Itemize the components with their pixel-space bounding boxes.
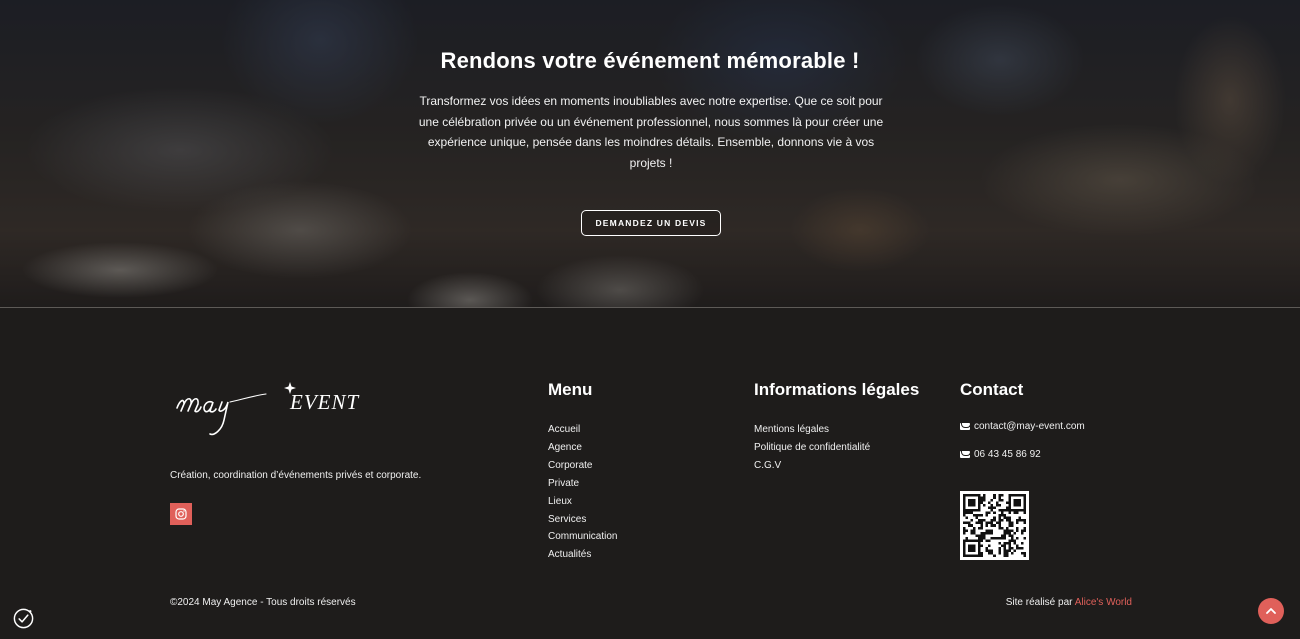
menu-link-private[interactable]: Private — [548, 475, 617, 493]
contact-email-text[interactable]: contact@may-event.com — [974, 421, 1085, 432]
menu-link-services[interactable]: Services — [548, 511, 617, 529]
menu-link-actualites[interactable]: Actualités — [548, 546, 617, 564]
envelope-icon — [960, 423, 971, 430]
site-credit: Site réalisé par Alice's World — [1006, 597, 1132, 608]
legal-link-mentions[interactable]: Mentions légales — [754, 421, 870, 439]
legal-heading: Informations légales — [754, 380, 920, 399]
qr-code — [960, 491, 1029, 560]
instagram-icon — [175, 508, 187, 520]
brand-tagline: Création, coordination d’événements priv… — [170, 470, 422, 481]
menu-link-lieux[interactable]: Lieux — [548, 493, 617, 511]
hero-description: Transformez vos idées en moments inoubli… — [418, 94, 884, 170]
credit-prefix: Site réalisé par — [1005, 597, 1075, 608]
menu-link-accueil[interactable]: Accueil — [548, 421, 617, 439]
cookie-consent-icon[interactable] — [12, 607, 35, 630]
contact-phone[interactable]: 06 43 45 86 92 — [960, 449, 1041, 460]
hero-title: Rendons votre événement mémorable ! — [440, 48, 860, 73]
contact-phone-text[interactable]: 06 43 45 86 92 — [974, 449, 1041, 460]
may-event-logo[interactable]: EVENT — [170, 378, 380, 440]
instagram-button[interactable] — [170, 503, 192, 525]
contact-heading: Contact — [960, 380, 1024, 399]
menu-link-agence[interactable]: Agence — [548, 439, 617, 457]
legal-link-privacy[interactable]: Politique de confidentialité — [754, 439, 870, 457]
request-quote-button[interactable]: DEMANDEZ UN DEVIS — [581, 210, 721, 236]
menu-link-corporate[interactable]: Corporate — [548, 457, 617, 475]
menu-heading: Menu — [548, 380, 593, 399]
logo-wordmark: EVENT — [289, 390, 359, 414]
hero-banner: Rendons votre événement mémorable ! Tran… — [0, 0, 1300, 308]
credit-link[interactable]: Alice's World — [1075, 597, 1132, 608]
copyright-text: ©2024 May Agence - Tous droits réservés — [170, 597, 356, 608]
chevron-up-icon — [1266, 608, 1276, 614]
scroll-to-top-button[interactable] — [1258, 598, 1284, 624]
menu-link-communication[interactable]: Communication — [548, 528, 617, 546]
legal-link-cgv[interactable]: C.G.V — [754, 457, 870, 475]
legal-list: Mentions légales Politique de confidenti… — [754, 421, 870, 475]
section-divider — [0, 307, 1300, 308]
contact-email[interactable]: contact@may-event.com — [960, 421, 1085, 432]
envelope-icon — [960, 451, 971, 458]
menu-list: Accueil Agence Corporate Private Lieux S… — [548, 421, 617, 564]
